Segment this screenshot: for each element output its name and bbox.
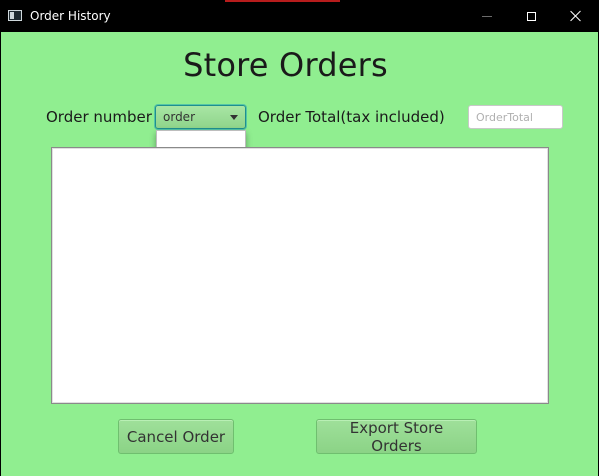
close-button[interactable]: [553, 0, 599, 32]
main-content: Store Orders Order number order Order To…: [1, 32, 598, 476]
order-history-window: Order History Store Orders Order number …: [0, 0, 599, 476]
cancel-order-button[interactable]: Cancel Order: [118, 419, 234, 454]
order-total-field[interactable]: [468, 105, 563, 129]
chevron-down-icon: [230, 115, 238, 120]
title-bar[interactable]: Order History: [0, 0, 599, 32]
maximize-button[interactable]: [508, 0, 554, 32]
title-bar-accent: [225, 0, 340, 2]
maximize-icon: [526, 11, 536, 21]
export-store-orders-button[interactable]: Export Store Orders: [316, 419, 477, 455]
orders-text-area[interactable]: [51, 147, 549, 404]
minimize-button[interactable]: [464, 0, 510, 32]
app-window-icon: [8, 10, 22, 21]
minimize-icon: [482, 15, 492, 17]
window-title: Order History: [30, 9, 111, 23]
page-title: Store Orders: [183, 46, 388, 84]
order-total-label: Order Total(tax included): [258, 108, 445, 126]
order-number-label: Order number: [46, 108, 152, 126]
order-number-selected-value: order: [163, 110, 195, 124]
order-number-dropdown[interactable]: order: [155, 105, 246, 129]
close-icon: [570, 10, 582, 22]
